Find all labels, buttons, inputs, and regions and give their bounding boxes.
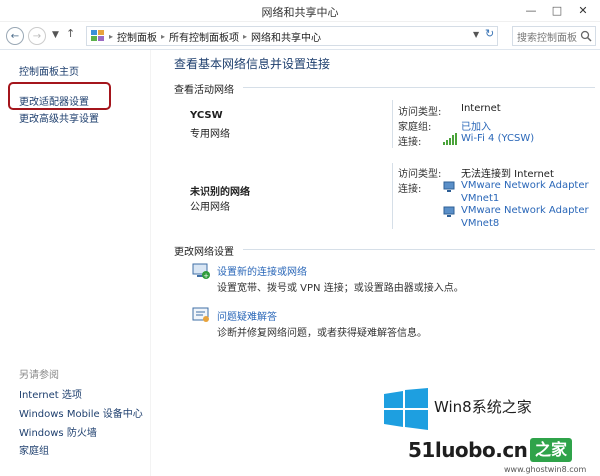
page-title: 查看基本网络信息并设置连接 <box>174 57 331 71</box>
address-bar: ← → ▼ ↑ ▸ 控制面板 ▸ 所有控制面板项 ▸ 网络和共享中心 ▼ ↻ 搜… <box>0 22 600 50</box>
access-type-value: Internet <box>461 103 501 114</box>
new-connection-icon: + <box>192 263 210 280</box>
section-divider <box>243 249 595 250</box>
control-panel-home-link[interactable]: 控制面板主页 <box>19 63 79 78</box>
troubleshoot-description: 诊断并修复网络问题，或者获得疑难解答信息。 <box>217 328 427 339</box>
control-panel-icon <box>91 30 104 41</box>
breadcrumb-separator-icon: ▸ <box>243 31 248 41</box>
back-button[interactable]: ← <box>6 27 24 45</box>
network-type: 公用网络 <box>190 202 230 213</box>
troubleshoot-link[interactable]: 问题疑难解答 <box>217 308 277 323</box>
setup-new-connection-link[interactable]: 设置新的连接或网络 <box>217 263 307 278</box>
up-arrow-icon[interactable]: ↑ <box>66 27 75 40</box>
see-also-header: 另请参阅 <box>19 370 59 381</box>
minimize-button[interactable]: — <box>518 0 544 20</box>
vmnet8-name[interactable]: VMnet8 <box>461 218 499 229</box>
network-divider <box>392 100 393 148</box>
access-type-label: 访问类型: <box>398 169 442 180</box>
watermark-logo: Win8系统之家 51luobo.cn 之家 www.ghostwin8.com <box>384 388 598 474</box>
watermark-site-badge: 之家 <box>530 438 572 462</box>
address-dropdown-icon[interactable]: ▼ <box>473 30 479 39</box>
windows-logo-icon <box>384 388 428 430</box>
svg-text:+: + <box>203 272 209 280</box>
vmnet1-name[interactable]: VMnet1 <box>461 193 499 204</box>
maximize-button[interactable]: □ <box>544 0 570 20</box>
section-divider <box>243 87 595 88</box>
highlight-annotation <box>8 82 111 110</box>
address-field[interactable]: ▸ 控制面板 ▸ 所有控制面板项 ▸ 网络和共享中心 <box>86 26 498 46</box>
access-type-value: 无法连接到 Internet <box>461 169 554 180</box>
close-button[interactable]: ✕ <box>570 0 596 20</box>
breadcrumb-separator-icon: ▸ <box>161 31 166 41</box>
homegroup-link[interactable]: 家庭组 <box>19 442 49 457</box>
search-input[interactable]: 搜索控制面板 <box>512 26 596 46</box>
homegroup-label: 家庭组: <box>398 122 432 133</box>
watermark-url: www.ghostwin8.com <box>504 465 587 474</box>
access-type-label: 访问类型: <box>398 107 442 118</box>
watermark-site: 51luobo.cn <box>408 438 528 462</box>
setup-new-connection-description: 设置宽带、拨号或 VPN 连接；或设置路由器或接入点。 <box>217 283 464 294</box>
network-name: YCSW <box>190 110 223 121</box>
active-networks-header: 查看活动网络 <box>174 85 234 96</box>
windows-mobile-link[interactable]: Windows Mobile 设备中心 <box>19 405 143 420</box>
windows-firewall-link[interactable]: Windows 防火墙 <box>19 424 97 439</box>
connection-label: 连接: <box>398 137 422 148</box>
window-title: 网络和共享中心 <box>261 6 339 19</box>
forward-arrow-icon: → <box>32 30 42 42</box>
internet-options-link[interactable]: Internet 选项 <box>19 386 82 401</box>
network-name: 未识别的网络 <box>190 187 250 198</box>
network-adapter-icon <box>443 206 455 217</box>
search-icon[interactable] <box>580 30 592 42</box>
troubleshoot-icon <box>192 307 209 322</box>
change-advanced-sharing-link[interactable]: 更改高级共享设置 <box>19 110 99 125</box>
vmnet1-adapter-link[interactable]: VMware Network Adapter <box>461 180 589 191</box>
network-adapter-icon <box>443 181 455 192</box>
vmnet8-adapter-link[interactable]: VMware Network Adapter <box>461 205 589 216</box>
change-settings-header: 更改网络设置 <box>174 247 234 258</box>
recent-pages-chevron-icon[interactable]: ▼ <box>52 30 59 40</box>
watermark-brand: Win8系统之家 <box>434 398 532 416</box>
breadcrumb-separator-icon: ▸ <box>109 31 114 41</box>
breadcrumb-network-center[interactable]: 网络和共享中心 <box>251 29 321 44</box>
connection-label: 连接: <box>398 184 422 195</box>
back-arrow-icon: ← <box>10 30 20 42</box>
breadcrumb-all-items[interactable]: 所有控制面板项 <box>169 29 239 44</box>
title-bar: 网络和共享中心 — □ ✕ <box>0 0 600 22</box>
wifi-connection-link[interactable]: Wi-Fi 4 (YCSW) <box>461 133 534 144</box>
left-pane: 控制面板主页 更改适配器设置 更改高级共享设置 另请参阅 Internet 选项… <box>0 50 150 476</box>
network-type: 专用网络 <box>190 129 230 140</box>
homegroup-value-link[interactable]: 已加入 <box>461 118 491 133</box>
window-controls: — □ ✕ <box>518 0 596 20</box>
forward-button[interactable]: → <box>28 27 46 45</box>
breadcrumb-control-panel[interactable]: 控制面板 <box>117 29 157 44</box>
search-placeholder: 搜索控制面板 <box>517 32 577 44</box>
wifi-signal-icon <box>443 133 457 145</box>
refresh-icon[interactable]: ↻ <box>485 27 494 40</box>
network-divider <box>392 163 393 229</box>
